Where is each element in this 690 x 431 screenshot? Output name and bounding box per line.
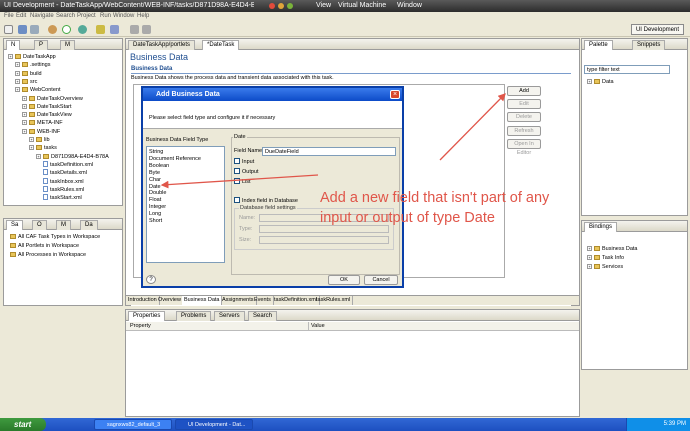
- task-console[interactable]: sagnxws82_default_3: [94, 419, 172, 430]
- clock: 5:39 PM: [663, 421, 686, 427]
- task-ui-development[interactable]: UI Development - Dat...: [175, 419, 253, 430]
- start-button[interactable]: start: [0, 418, 46, 431]
- system-tray: 5:39 PM: [626, 418, 690, 431]
- arrow-to-date: [160, 174, 319, 189]
- taskbar: start sagnxws82_default_3 UI Development…: [0, 418, 690, 431]
- annotation-text: Add a new field that isn't part of any i…: [320, 190, 550, 226]
- arrow-to-add: [439, 93, 506, 161]
